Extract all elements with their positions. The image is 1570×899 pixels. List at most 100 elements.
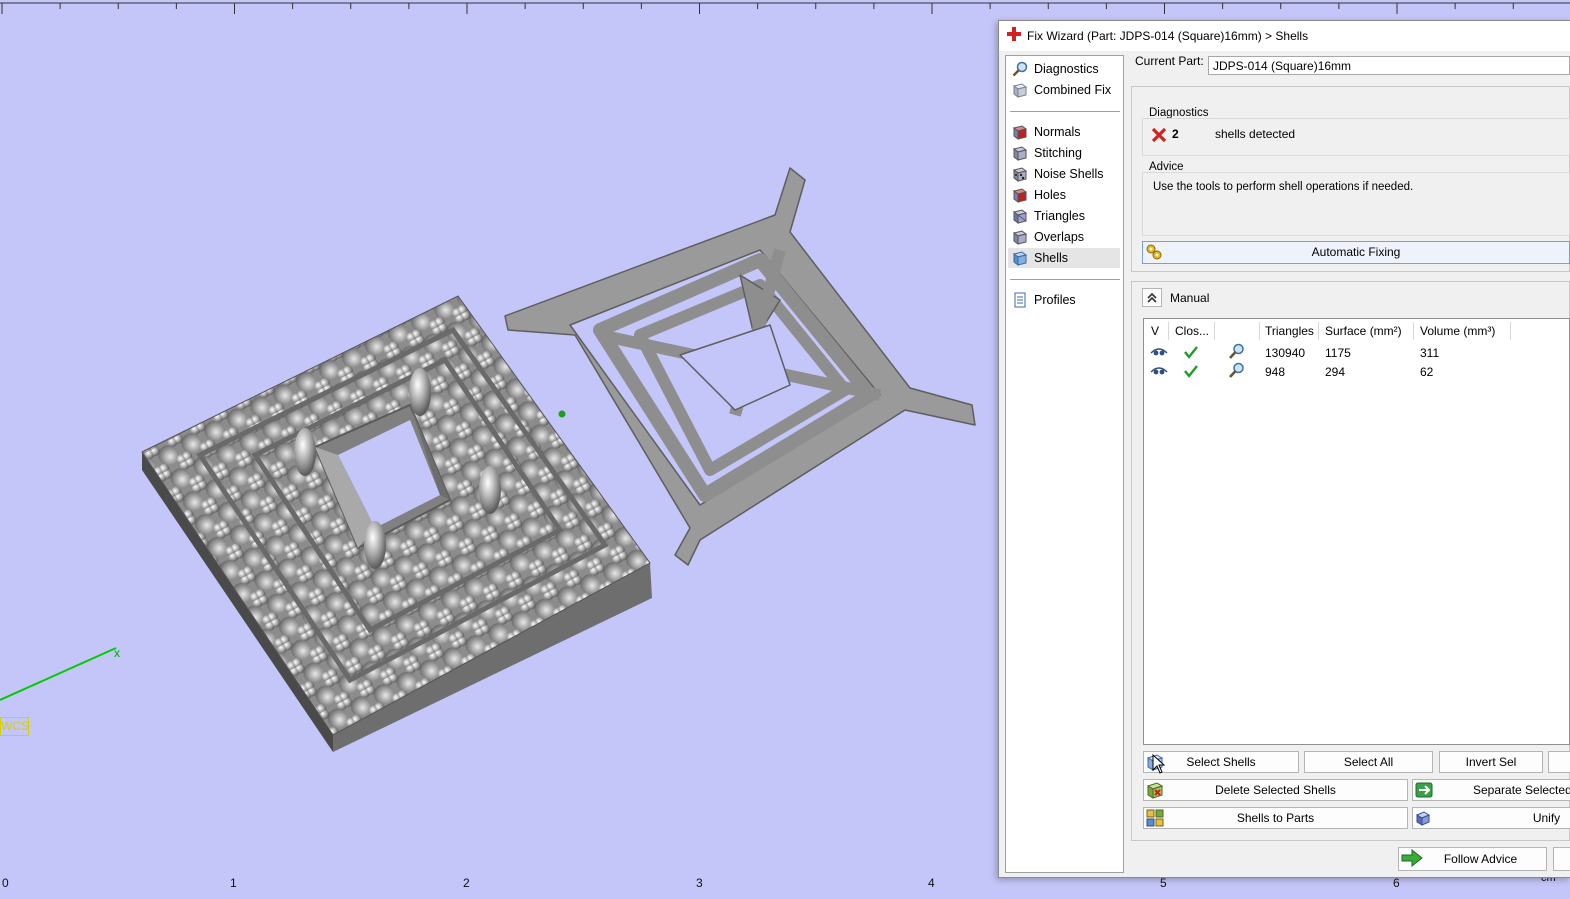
wizard-nav: Diagnostics Combined Fix Normals Stitchi… bbox=[1005, 55, 1124, 873]
unify-button[interactable]: Unify bbox=[1412, 807, 1570, 829]
nav-item-holes[interactable]: Holes bbox=[1008, 185, 1120, 205]
shells-to-parts-button[interactable]: Shells to Parts bbox=[1143, 807, 1408, 829]
visibility-eye-icon[interactable] bbox=[1150, 345, 1168, 359]
ruler-label-2: 2 bbox=[463, 876, 470, 890]
table-row[interactable] bbox=[1144, 362, 1569, 381]
col-separator bbox=[1510, 322, 1511, 340]
gears-icon bbox=[1146, 244, 1162, 260]
nav-label: Holes bbox=[1034, 188, 1066, 202]
red-x-icon bbox=[1151, 127, 1167, 143]
document-icon bbox=[1014, 292, 1026, 308]
nav-label: Combined Fix bbox=[1034, 83, 1112, 97]
cell-triangles: 948 bbox=[1265, 365, 1286, 379]
nav-item-stitching[interactable]: Stitching bbox=[1008, 143, 1120, 163]
delete-cube-icon bbox=[1146, 782, 1164, 799]
select-all-button[interactable]: Select All bbox=[1304, 751, 1433, 773]
col-separator bbox=[1259, 322, 1260, 340]
shell-count: 2 bbox=[1172, 127, 1179, 141]
col-separator bbox=[1318, 322, 1319, 340]
nav-label: Diagnostics bbox=[1034, 62, 1099, 76]
nav-separator bbox=[1010, 111, 1120, 112]
shells-table[interactable] bbox=[1143, 318, 1570, 745]
nav-item-combined-fix[interactable]: Combined Fix bbox=[1008, 80, 1120, 100]
shells-to-parts-icon bbox=[1146, 809, 1164, 827]
dialog-titlebar[interactable]: Fix Wizard (Part: JDPS-014 (Square)16mm)… bbox=[999, 21, 1570, 51]
nav-item-noise-shells[interactable]: Noise Shells bbox=[1008, 164, 1120, 184]
mouse-cursor-icon bbox=[1152, 754, 1166, 774]
nav-label: Shells bbox=[1034, 251, 1069, 265]
separate-selected-button[interactable]: Separate Selected bbox=[1412, 779, 1570, 801]
col-header-triangles[interactable]: Triangles bbox=[1265, 320, 1314, 342]
col-header-volume[interactable]: Volume (mm³) bbox=[1420, 320, 1495, 342]
visibility-eye-icon[interactable] bbox=[1150, 364, 1168, 378]
nav-label: Normals bbox=[1034, 125, 1081, 139]
nav-label: Overlaps bbox=[1034, 230, 1085, 244]
shells-cube-icon bbox=[1012, 251, 1028, 266]
collapse-manual-button[interactable] bbox=[1142, 288, 1162, 307]
cell-triangles: 130940 bbox=[1265, 346, 1306, 360]
diagnostics-message: shells detected bbox=[1215, 127, 1296, 141]
nav-separator bbox=[1010, 279, 1120, 280]
col-header-closed[interactable]: Clos... bbox=[1175, 320, 1209, 342]
check-icon bbox=[1184, 365, 1198, 378]
more-button[interactable] bbox=[1548, 751, 1570, 773]
current-part-field[interactable]: JDPS-014 (Square)16mm bbox=[1208, 56, 1570, 75]
automatic-fixing-button[interactable]: Automatic Fixing bbox=[1142, 241, 1570, 264]
ruler-label-6: 6 bbox=[1393, 876, 1400, 890]
nav-label: Stitching bbox=[1034, 146, 1082, 160]
delete-selected-shells-button[interactable]: Delete Selected Shells bbox=[1143, 779, 1408, 801]
nav-item-overlaps[interactable]: Overlaps bbox=[1008, 227, 1120, 247]
axis-x-marker: x bbox=[114, 646, 120, 660]
select-shells-label: Select Shells bbox=[1186, 755, 1256, 769]
col-separator bbox=[1214, 322, 1215, 340]
ruler-label-1: 1 bbox=[230, 876, 237, 890]
diagnostics-group bbox=[1142, 118, 1570, 156]
check-icon bbox=[1184, 346, 1198, 359]
cell-volume: 62 bbox=[1420, 365, 1434, 379]
part-textured-plate[interactable] bbox=[141, 295, 652, 752]
nav-item-normals[interactable]: Normals bbox=[1008, 122, 1120, 142]
zoom-to-shell-icon[interactable] bbox=[1228, 343, 1245, 360]
wcs-label: WCS bbox=[0, 717, 29, 736]
invert-selection-button[interactable]: Invert Sel bbox=[1439, 751, 1543, 773]
nav-item-shells[interactable]: Shells bbox=[1008, 248, 1120, 268]
col-header-surface[interactable]: Surface (mm²) bbox=[1325, 320, 1402, 342]
pivot-point bbox=[558, 410, 566, 418]
ruler-label-0: 0 bbox=[2, 876, 9, 890]
current-part-label: Current Part: bbox=[1135, 54, 1204, 68]
nav-item-diagnostics[interactable]: Diagnostics bbox=[1008, 59, 1120, 79]
select-shells-button[interactable]: Select Shells bbox=[1143, 751, 1299, 773]
nav-item-profiles[interactable]: Profiles bbox=[1008, 290, 1120, 310]
ruler-label-4: 4 bbox=[928, 876, 935, 890]
col-separator bbox=[1168, 322, 1169, 340]
col-header-visible[interactable]: V bbox=[1151, 320, 1159, 342]
model-scene[interactable]: x bbox=[0, 0, 1000, 860]
follow-advice-button[interactable]: Follow Advice bbox=[1398, 847, 1547, 871]
red-cross-icon bbox=[1007, 27, 1021, 41]
nav-item-triangles[interactable]: Triangles bbox=[1008, 206, 1120, 226]
triangles-cube-icon bbox=[1012, 209, 1028, 224]
invert-sel-label: Invert Sel bbox=[1465, 755, 1517, 769]
separate-selected-label: Separate Selected bbox=[1473, 783, 1570, 797]
cell-surface: 1175 bbox=[1325, 346, 1351, 360]
cell-volume: 311 bbox=[1420, 346, 1440, 360]
cell-surface: 294 bbox=[1325, 365, 1346, 379]
next-button[interactable] bbox=[1553, 847, 1570, 871]
follow-advice-label: Follow Advice bbox=[1443, 852, 1518, 866]
double-chevron-up-icon bbox=[1147, 292, 1157, 303]
dialog-title: Fix Wizard (Part: JDPS-014 (Square)16mm)… bbox=[1027, 29, 1309, 43]
cube-icon bbox=[1012, 83, 1028, 98]
col-separator bbox=[1413, 322, 1414, 340]
normals-cube-icon bbox=[1012, 125, 1028, 140]
noise-shells-icon bbox=[1012, 167, 1028, 182]
table-row[interactable] bbox=[1144, 343, 1569, 362]
ruler-label-3: 3 bbox=[696, 876, 703, 890]
separate-icon bbox=[1415, 782, 1433, 798]
unify-label: Unify bbox=[1532, 811, 1561, 825]
zoom-to-shell-icon[interactable] bbox=[1228, 362, 1245, 379]
nav-label: Triangles bbox=[1034, 209, 1085, 223]
nav-label: Noise Shells bbox=[1034, 167, 1104, 181]
holes-cube-icon bbox=[1012, 188, 1028, 203]
overlaps-cube-icon bbox=[1012, 230, 1028, 245]
advice-text: Use the tools to perform shell operation… bbox=[1153, 181, 1414, 193]
